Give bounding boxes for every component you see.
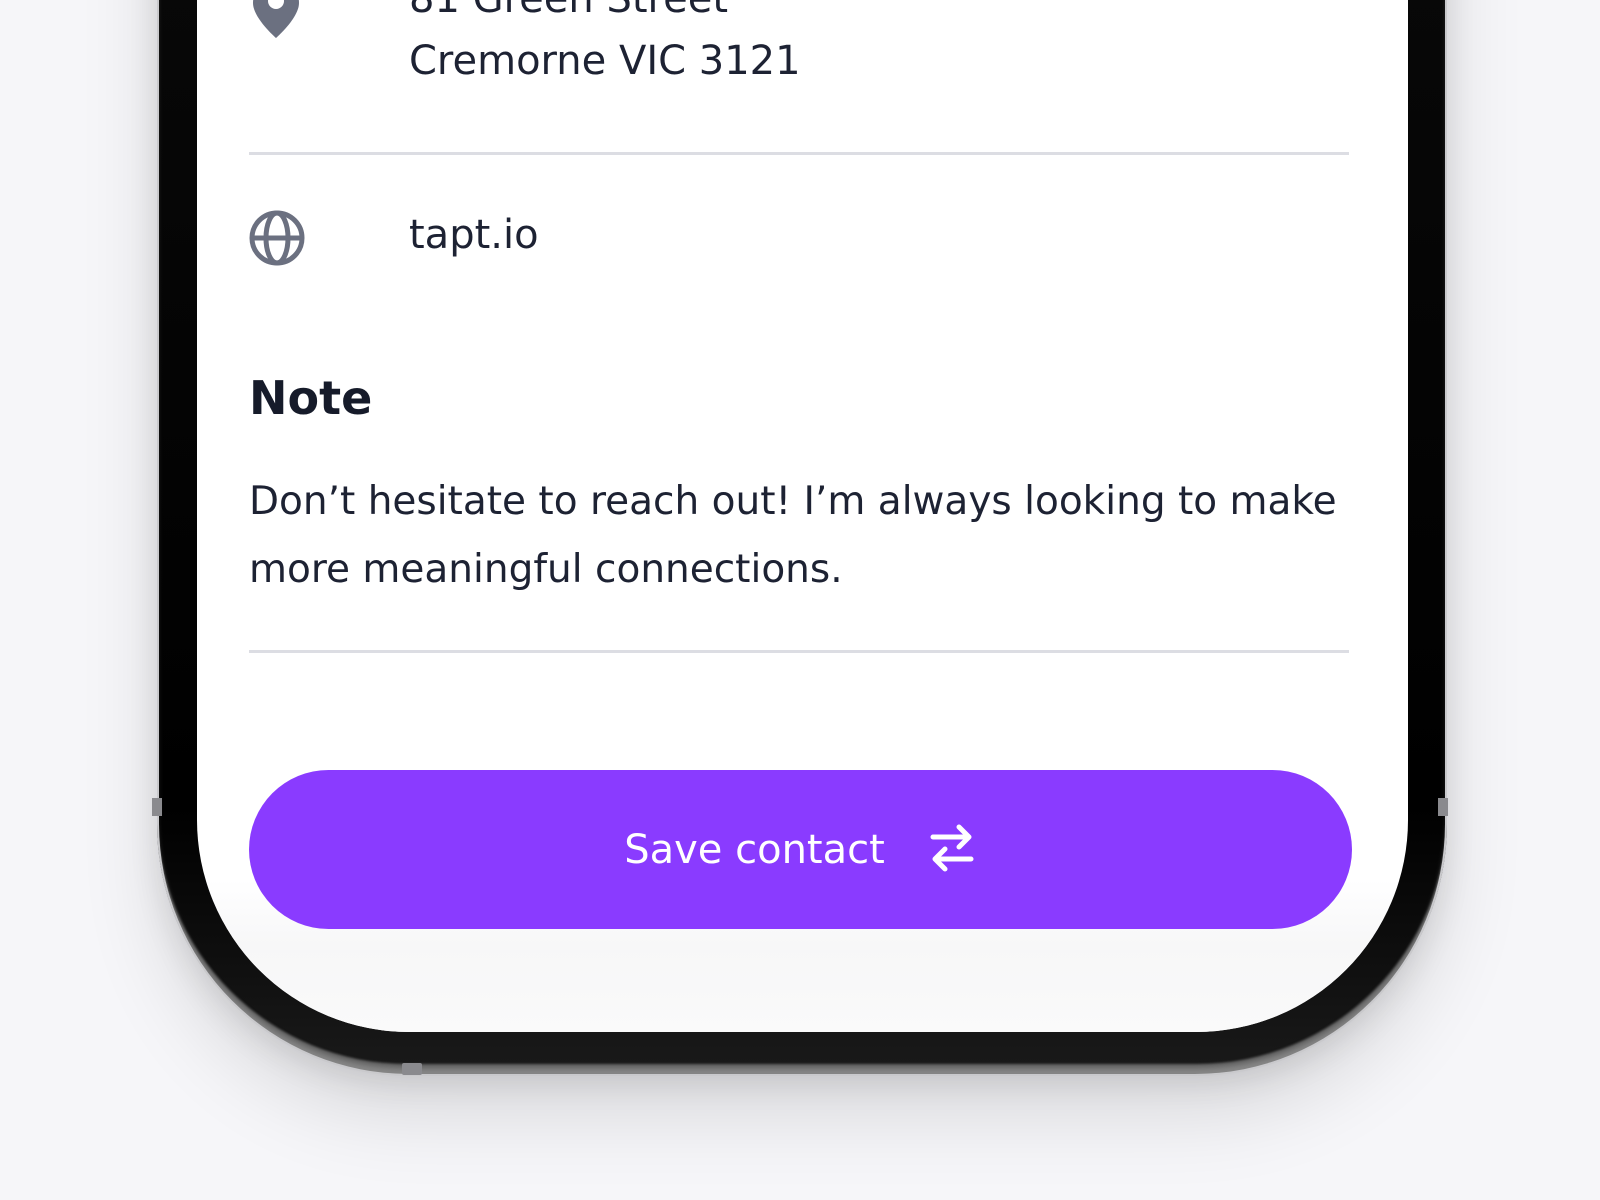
phone-side-button-left: [152, 798, 162, 816]
phone-screen: 81 Green Street Cremorne VIC 3121 tapt.i…: [197, 0, 1408, 1032]
phone-bottom-port: [402, 1063, 422, 1075]
location-pin-icon: [249, 0, 303, 44]
divider: [249, 650, 1349, 653]
address-row[interactable]: 81 Green Street Cremorne VIC 3121: [249, 0, 1349, 106]
contact-details: 81 Green Street Cremorne VIC 3121 tapt.i…: [197, 0, 1408, 1032]
swap-arrows-icon: [927, 821, 977, 879]
globe-icon: [249, 210, 305, 270]
address-line-1: 81 Green Street: [409, 0, 801, 30]
divider: [249, 152, 1349, 155]
website-link[interactable]: tapt.io: [409, 204, 539, 266]
note-text: Don’t hesitate to reach out! I’m always …: [249, 479, 1337, 592]
save-contact-button[interactable]: Save contact: [249, 770, 1352, 929]
address-text: 81 Green Street Cremorne VIC 3121: [409, 0, 801, 92]
note-heading: Note: [249, 371, 373, 425]
website-row[interactable]: tapt.io: [249, 202, 1349, 272]
phone-side-button-right: [1438, 798, 1448, 816]
save-contact-label: Save contact: [624, 826, 885, 873]
address-line-2: Cremorne VIC 3121: [409, 38, 801, 84]
